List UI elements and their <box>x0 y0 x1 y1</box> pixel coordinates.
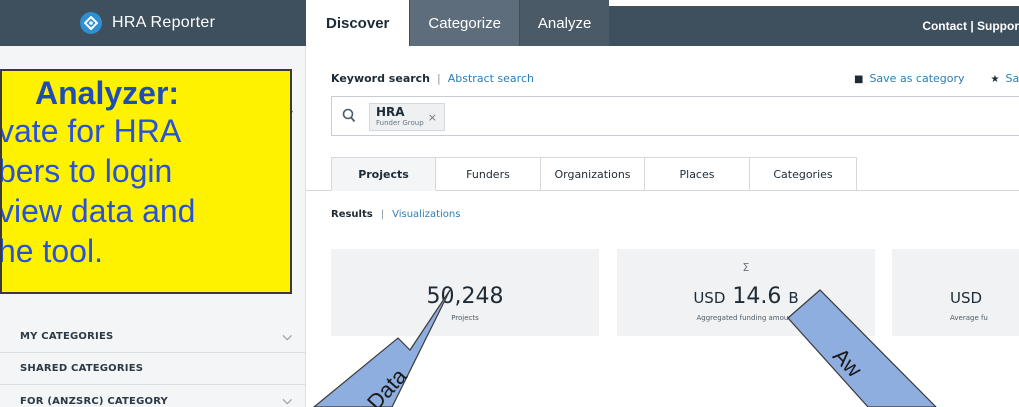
callout-heading: Analyzer: <box>35 75 180 111</box>
stat-caption: Average fu <box>950 314 988 322</box>
stat-value: 50,248 <box>426 284 504 309</box>
brand-name: HRA Reporter <box>112 14 216 31</box>
abstract-search-link[interactable]: Abstract search <box>448 72 534 85</box>
tab-analyze[interactable]: Analyze <box>518 0 610 46</box>
stat-caption: Aggregated funding amount <box>696 314 796 322</box>
filter-chip-hra[interactable]: HRA Funder Group × <box>369 103 445 131</box>
analyzer-callout: Analyzer: vate for HRA bers to login vie… <box>0 69 292 294</box>
results-label[interactable]: Results <box>331 209 373 220</box>
sum-icon: Σ <box>742 261 750 274</box>
star-icon: ★ <box>990 74 1000 85</box>
stat-card-projects: 50,248 Projects <box>331 249 599 336</box>
stat-card-funding: Σ USD 14.6 B Aggregated funding amount <box>617 249 875 336</box>
tab-organizations[interactable]: Organizations <box>541 157 645 191</box>
currency-label: USD <box>693 289 726 307</box>
brand[interactable]: HRA Reporter <box>0 0 306 46</box>
sidebar-item-shared-categories[interactable]: SHARED CATEGORIES <box>0 353 306 385</box>
currency-label: USD <box>950 289 983 307</box>
amount-value: 14.6 <box>732 284 782 309</box>
close-icon[interactable]: × <box>428 111 437 124</box>
results-view-links: Results | Visualizations <box>331 209 461 220</box>
tab-funders[interactable]: Funders <box>436 157 541 191</box>
search-input[interactable]: HRA Funder Group × <box>331 96 1019 136</box>
brand-logo-icon <box>80 12 102 34</box>
visualizations-link[interactable]: Visualizations <box>392 209 460 220</box>
result-tabs: Projects Funders Organizations Places Ca… <box>331 157 857 191</box>
folder-icon: ■ <box>854 74 864 85</box>
sidebar-item-label: SHARED CATEGORIES <box>20 363 144 374</box>
chevron-down-icon: ⌵ <box>282 329 292 343</box>
callout-line: vate for HRA <box>0 113 182 149</box>
tab-projects[interactable]: Projects <box>331 157 436 191</box>
unit-label: B <box>788 289 799 307</box>
contact-support-links[interactable]: Contact | Suppor <box>922 6 1019 46</box>
save-actions: ■ Save as category ★ Sa <box>854 72 1019 85</box>
save-as-category-button[interactable]: ■ Save as category <box>854 72 965 85</box>
chevron-down-icon: ⌵ <box>282 393 292 407</box>
search-icon <box>342 108 356 123</box>
tab-categories[interactable]: Categories <box>750 157 857 191</box>
sidebar-item-my-categories[interactable]: MY CATEGORIES ⌵ <box>0 321 306 353</box>
main-tabs: Discover Categorize Analyze <box>306 0 610 46</box>
save-search-button[interactable]: ★ Sa <box>991 72 1019 85</box>
search-mode-links: Keyword search | Abstract search <box>331 72 534 85</box>
callout-line: he tool. <box>0 233 103 269</box>
sidebar-item-label: MY CATEGORIES <box>20 331 114 342</box>
callout-line: bers to login <box>0 153 173 189</box>
tab-places[interactable]: Places <box>645 157 750 191</box>
main-panel: Keyword search | Abstract search ■ Save as … <box>306 46 1019 407</box>
tab-categorize[interactable]: Categorize <box>409 0 519 46</box>
stat-caption: Projects <box>451 314 479 322</box>
callout-line: view data and <box>0 193 196 229</box>
sidebar-item-label: FOR (ANZSRC) CATEGORY <box>20 395 168 407</box>
stat-value: USD <box>892 284 1019 309</box>
keyword-search-label[interactable]: Keyword search <box>331 72 430 85</box>
top-bar: HRA Reporter Discover Categorize Analyze… <box>0 0 1019 46</box>
contact-support-text[interactable]: Contact | Suppor <box>922 19 1019 33</box>
tab-discover[interactable]: Discover <box>306 0 410 46</box>
sidebar-item-for-category[interactable]: FOR (ANZSRC) CATEGORY ⌵ <box>0 385 306 407</box>
stat-value: USD 14.6 B <box>617 284 875 309</box>
stat-card-average: USD Average fu <box>892 249 1019 336</box>
